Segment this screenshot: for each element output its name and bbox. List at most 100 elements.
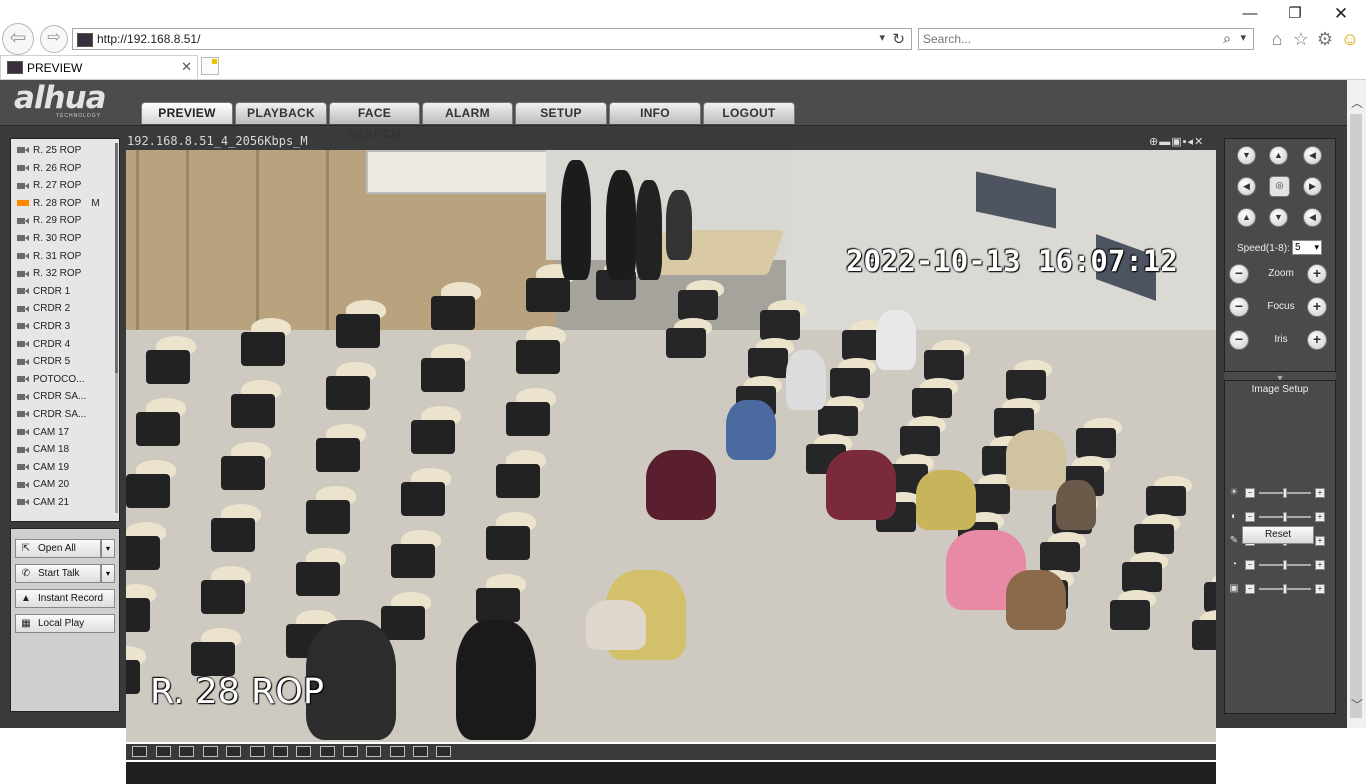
tab-playback[interactable]: PLAYBACK	[235, 102, 327, 124]
ptz-up-left-button[interactable]: ▼	[1237, 146, 1256, 165]
slider-increase-button[interactable]: +	[1315, 512, 1325, 522]
channel-item[interactable]: CRDR SA...	[17, 389, 117, 405]
channel-item[interactable]: CRDR 3	[17, 319, 117, 335]
tab-preview[interactable]: PREVIEW	[141, 102, 233, 124]
layout-button[interactable]	[320, 746, 335, 757]
video-feed[interactable]: 2022-10-13 16:07:12 R. 28 ROP	[126, 150, 1216, 742]
layout-button[interactable]	[390, 746, 405, 757]
layout-button[interactable]	[343, 746, 358, 757]
channel-item[interactable]: R. 32 ROP	[17, 266, 117, 282]
slider-increase-button[interactable]: +	[1315, 560, 1325, 570]
ptz-down-button[interactable]: ▼	[1269, 208, 1288, 227]
ptz-down-right-button[interactable]: ◀	[1303, 208, 1322, 227]
focus-plus-button[interactable]: +	[1307, 297, 1327, 317]
slider-knob[interactable]	[1283, 584, 1287, 594]
slider-knob[interactable]	[1283, 560, 1287, 570]
restore-button[interactable]: ❐	[1281, 4, 1309, 24]
search-input[interactable]	[923, 31, 1203, 47]
forward-button[interactable]: ⇨	[40, 25, 68, 53]
slider-increase-button[interactable]: +	[1315, 536, 1325, 546]
refresh-icon[interactable]: ↻	[892, 30, 905, 48]
address-url[interactable]: http://192.168.8.51/	[97, 32, 200, 46]
channel-item[interactable]: R. 30 ROP	[17, 231, 117, 247]
slider-decrease-button[interactable]: −	[1245, 512, 1255, 522]
tab-setup[interactable]: SETUP	[515, 102, 607, 124]
search-box[interactable]: ⌕ ▾	[918, 28, 1254, 50]
channel-item[interactable]: R. 31 ROP	[17, 249, 117, 265]
open-all-dropdown-icon[interactable]: ▾	[101, 539, 115, 558]
channel-item[interactable]: R. 26 ROP	[17, 161, 117, 177]
new-tab-button[interactable]	[201, 57, 219, 75]
channel-item[interactable]: CAM 18	[17, 442, 117, 458]
speed-select[interactable]: 5	[1292, 240, 1322, 255]
channel-item[interactable]: CRDR 2	[17, 301, 117, 317]
search-icon[interactable]: ⌕	[1223, 30, 1231, 47]
layout-button[interactable]	[296, 746, 311, 757]
minimize-button[interactable]: —	[1236, 4, 1264, 24]
slider-track[interactable]	[1259, 512, 1311, 522]
channel-item[interactable]: CRDR 4	[17, 337, 117, 353]
channel-item[interactable]: POTOCO...	[17, 372, 117, 388]
tab-close-icon[interactable]: ✕	[181, 59, 192, 75]
page-scrollbar[interactable]: ︿ ﹀	[1347, 80, 1366, 728]
channel-item[interactable]: CAM 17	[17, 425, 117, 441]
layout-button[interactable]	[132, 746, 147, 757]
ptz-left-button[interactable]: ◀	[1237, 177, 1256, 196]
ptz-down-left-button[interactable]: ▲	[1237, 208, 1256, 227]
tab-face-search[interactable]: FACE SEARCH	[329, 102, 420, 141]
local-play-button[interactable]: ▦ Local Play	[15, 614, 115, 633]
zoom-out-button[interactable]: −	[1229, 264, 1249, 284]
channel-item[interactable]: R. 27 ROP	[17, 178, 117, 194]
tab-info[interactable]: INFO	[609, 102, 701, 124]
reset-button[interactable]: Reset	[1242, 526, 1314, 544]
zoom-icon[interactable]: ⊕	[1149, 136, 1159, 148]
iris-plus-button[interactable]: +	[1307, 330, 1327, 350]
layout-button[interactable]	[436, 746, 451, 757]
channel-item[interactable]: CAM 21	[17, 495, 117, 511]
home-icon[interactable]: ⌂	[1266, 29, 1288, 49]
slider-decrease-button[interactable]: −	[1245, 488, 1255, 498]
channel-item[interactable]: CAM 19	[17, 460, 117, 476]
start-talk-button[interactable]: ✆ Start Talk	[15, 564, 101, 583]
address-dropdown-icon[interactable]: ▾	[879, 31, 885, 44]
slider-track[interactable]	[1259, 560, 1311, 570]
tab-preview[interactable]: PREVIEW ✕	[0, 55, 198, 79]
star-icon[interactable]: ☆	[1290, 29, 1312, 49]
search-dropdown-icon[interactable]: ▾	[1240, 31, 1246, 44]
page-scrollbar-thumb[interactable]	[1350, 114, 1362, 718]
smiley-icon[interactable]: ☺	[1339, 29, 1361, 49]
slider-knob[interactable]	[1283, 512, 1287, 522]
channel-item[interactable]: CRDR 1	[17, 284, 117, 300]
focus-minus-button[interactable]: −	[1229, 297, 1249, 317]
instant-record-button[interactable]: ▲ Instant Record	[15, 589, 115, 608]
channel-item[interactable]: R. 29 ROP	[17, 213, 117, 229]
layout-button[interactable]	[156, 746, 171, 757]
ptz-up-button[interactable]: ▲	[1269, 146, 1288, 165]
snapshot-icon[interactable]: ▣	[1171, 136, 1182, 148]
tab-alarm[interactable]: ALARM	[422, 102, 513, 124]
slider-knob[interactable]	[1283, 488, 1287, 498]
scroll-down-icon[interactable]: ﹀	[1351, 696, 1363, 713]
gear-icon[interactable]: ⚙	[1314, 29, 1336, 49]
channel-item[interactable]: CRDR SA...	[17, 407, 117, 423]
tab-logout[interactable]: LOGOUT	[703, 102, 795, 124]
channel-item[interactable]: CAM 20	[17, 477, 117, 493]
channel-item[interactable]: R. 28 ROP M	[17, 196, 117, 212]
stream-icon[interactable]: ▬	[1159, 136, 1171, 148]
slider-decrease-button[interactable]: −	[1245, 584, 1255, 594]
slider-increase-button[interactable]: +	[1315, 488, 1325, 498]
ptz-center-button[interactable]: ◎	[1269, 176, 1290, 197]
ptz-up-right-button[interactable]: ◀	[1303, 146, 1322, 165]
layout-button[interactable]	[226, 746, 241, 757]
layout-button[interactable]	[413, 746, 428, 757]
layout-button[interactable]	[250, 746, 265, 757]
layout-button[interactable]	[273, 746, 288, 757]
scroll-up-icon[interactable]: ︿	[1351, 94, 1363, 111]
layout-button[interactable]	[203, 746, 218, 757]
slider-increase-button[interactable]: +	[1315, 584, 1325, 594]
slider-track[interactable]	[1259, 584, 1311, 594]
back-button[interactable]: ⇦	[2, 23, 34, 55]
layout-button[interactable]	[179, 746, 194, 757]
channel-item[interactable]: CRDR 5	[17, 354, 117, 370]
layout-button[interactable]	[366, 746, 381, 757]
